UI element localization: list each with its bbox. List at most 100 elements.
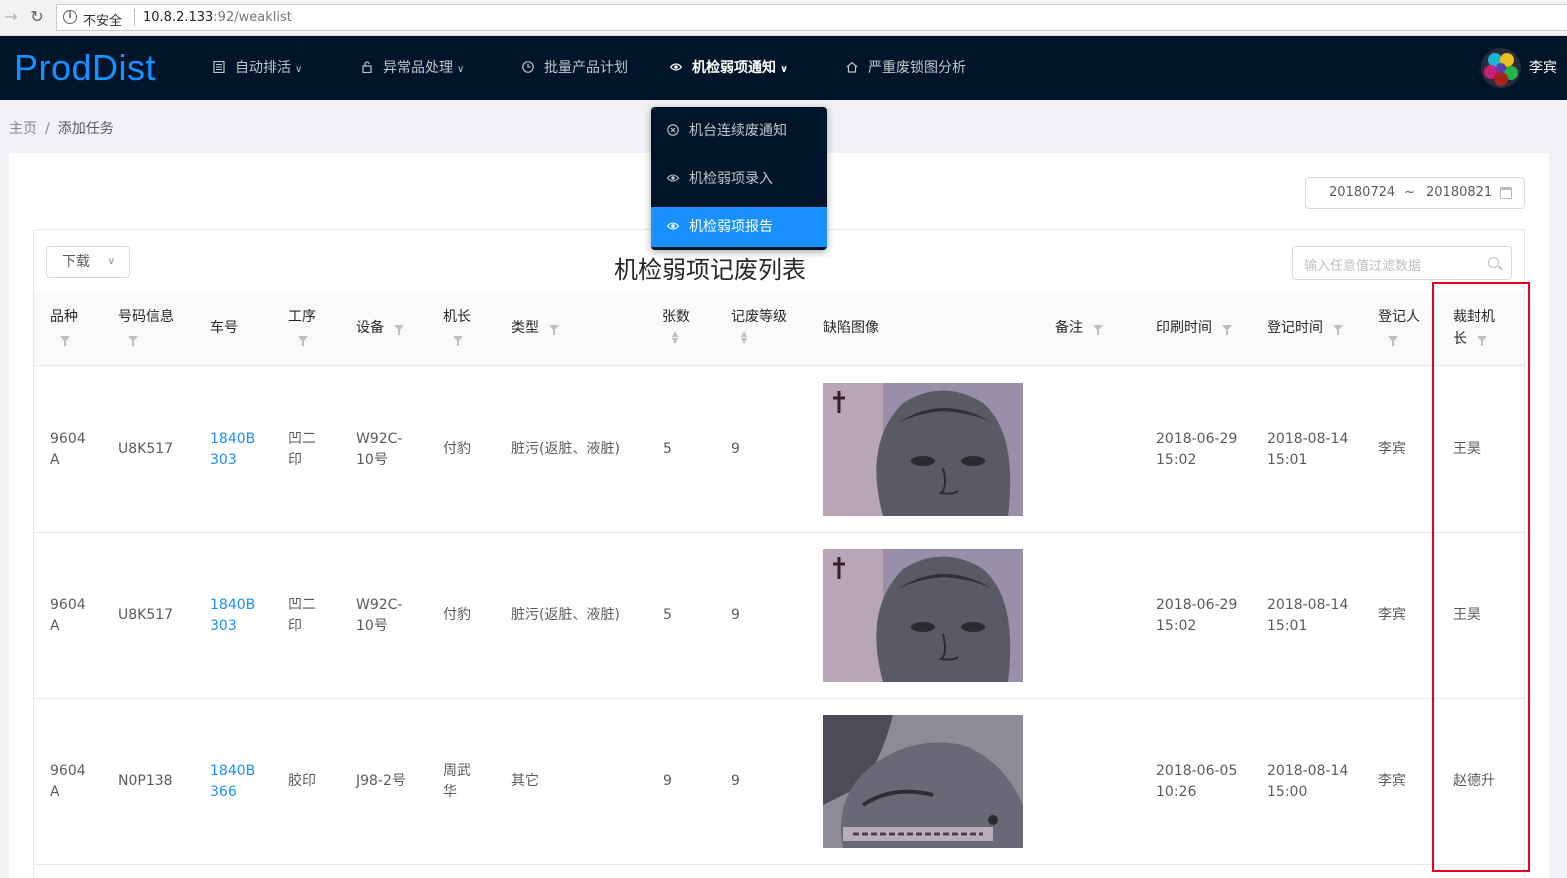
defect-image[interactable] — [823, 715, 1023, 848]
cell-level: 9 — [731, 773, 740, 789]
nav-item-weak-notice[interactable]: 机检弱项通知 ∨ — [670, 36, 788, 100]
filter-icon[interactable] — [1333, 325, 1344, 335]
breadcrumb-separator: / — [45, 121, 50, 137]
col-process-label: 工序 — [288, 309, 316, 325]
date-range-picker[interactable]: 20180724 ~ 20180821 — [1305, 177, 1525, 209]
cell-captain: 付豹 — [443, 607, 471, 623]
menu-item-weak-report[interactable]: 机检弱项报告 — [651, 207, 827, 247]
download-label: 下载 — [62, 254, 90, 270]
cell-time-line: 2018-08-14 — [1267, 431, 1349, 447]
nav-item-abnormal[interactable]: 异常品处理 ∨ — [361, 36, 464, 100]
nav-item-batch-plan[interactable]: 批量产品计划 — [522, 36, 628, 100]
avatar[interactable] — [1481, 48, 1521, 88]
chevron-down-icon: ∨ — [457, 64, 465, 75]
cell-time-line: 2018-08-14 — [1267, 597, 1349, 613]
cell-process: 胶印 — [288, 773, 316, 789]
lock-icon — [362, 61, 372, 73]
col-device: 设备 — [356, 317, 405, 339]
cell-variety-line: A — [50, 452, 60, 468]
filter-icon[interactable] — [1093, 325, 1104, 335]
reload-icon[interactable]: ↻ — [28, 8, 46, 26]
menu-item-label: 机检弱项报告 — [689, 219, 773, 235]
cell-time-line: 10:26 — [1156, 784, 1197, 800]
col-captain-label: 机长 — [443, 309, 471, 325]
cell-process-line: 凹二 — [288, 597, 316, 613]
filter-icon[interactable] — [298, 336, 308, 346]
col-level: 记废等级 ▲ ▼ — [731, 306, 787, 350]
cell-variety: 9604 A — [50, 761, 86, 803]
table-panel: 下载 ∨ 机检弱项记废列表 输入任意值过滤数据 品种 号码信息 车号 工序 设备… — [33, 229, 1525, 878]
clock-icon — [522, 61, 534, 73]
cell-variety-line: 9604 — [50, 431, 86, 447]
filter-icon[interactable] — [1388, 336, 1398, 346]
cell-variety-line: 9604 — [50, 763, 86, 779]
cell-variety: 9604 A — [50, 595, 86, 637]
cell-captain-line: 华 — [443, 784, 457, 800]
filter-icon[interactable] — [453, 336, 463, 346]
col-remark-label: 备注 — [1055, 320, 1083, 336]
download-button[interactable]: 下载 ∨ — [46, 246, 130, 278]
home-icon — [846, 61, 858, 73]
cell-captain: 周武华 — [443, 761, 471, 803]
breadcrumb-current: 添加任务 — [57, 121, 114, 137]
defect-image[interactable] — [823, 549, 1023, 682]
breadcrumb-home[interactable]: 主页 — [9, 121, 37, 137]
cell-device: W92C- 10号 — [356, 595, 402, 637]
cell-cart-no-link[interactable]: 1840B 303 — [210, 595, 255, 637]
user-menu[interactable]: 李宾 — [1481, 36, 1557, 100]
table-row[interactable]: 9604 A U8K517 1840B 303 凹二印 W92C- 10号 付豹 脏污… — [34, 367, 1524, 533]
sort-icon[interactable]: ▲ ▼ — [731, 330, 747, 345]
nav-item-severe-analysis[interactable]: 严重废锁图分析 — [846, 36, 966, 100]
cell-code-info: N0P138 — [118, 773, 173, 789]
table-row[interactable]: 9604 A N0P138 1840B 366 胶印 J98-2号 周武华 其它 9… — [34, 699, 1524, 865]
table-row[interactable]: 9604 A U8K517 1840B 303 凹二印 W92C- 10号 付豹 脏污… — [34, 533, 1524, 699]
cell-code-info: U8K517 — [118, 607, 174, 623]
menu-item-continuous-waste[interactable]: 机台连续废通知 — [651, 111, 827, 151]
filter-icon[interactable] — [60, 336, 70, 346]
filter-icon[interactable] — [394, 325, 405, 335]
top-navbar: ProdDist 自动排活 ∨ 异常品处理 ∨ 批量产品计划 机检弱项通知 ∨ 严重废… — [0, 36, 1567, 100]
col-level-label: 记废等级 — [731, 309, 787, 325]
cell-cart-no-link[interactable]: 1840B 366 — [210, 761, 255, 803]
search-input[interactable]: 输入任意值过滤数据 — [1292, 246, 1512, 280]
cell-type: 其它 — [511, 773, 539, 789]
cell-sheets: 5 — [663, 441, 672, 457]
nav-item-auto-schedule[interactable]: 自动排活 ∨ — [213, 36, 302, 100]
cell-variety-line: A — [50, 784, 60, 800]
filter-icon[interactable] — [128, 336, 138, 346]
col-sheets: 张数 ▲ ▼ — [662, 306, 690, 350]
omnibox-divider — [134, 9, 135, 26]
sort-icon[interactable]: ▲ ▼ — [662, 330, 678, 345]
filter-icon[interactable] — [1222, 325, 1233, 335]
filter-icon[interactable] — [549, 325, 560, 335]
search-icon[interactable] — [1488, 257, 1499, 268]
table-title: 机检弱项记废列表 — [614, 256, 806, 284]
cell-cart-no-link[interactable]: 1840B 303 — [210, 429, 255, 471]
defect-image[interactable] — [823, 383, 1023, 516]
cell-cart-line: 303 — [210, 618, 237, 634]
close-circle-icon — [667, 124, 679, 136]
highlight-box — [1432, 282, 1530, 872]
cell-cart-line: 1840B — [210, 763, 256, 779]
cell-device: J98-2号 — [356, 773, 406, 789]
address-bar[interactable]: i 不安全 10.8.2.133:92/weaklist — [56, 4, 1567, 31]
cell-device-line: 10号 — [356, 452, 388, 468]
cell-device-line: 10号 — [356, 618, 388, 634]
back-arrow-icon[interactable]: → — [2, 8, 20, 26]
col-type-label: 类型 — [511, 320, 539, 336]
cell-print-time: 2018-06-29 15:02 — [1156, 595, 1237, 637]
nav-dropdown-menu: 机台连续废通知 机检弱项录入 机检弱项报告 — [651, 107, 827, 250]
url-text[interactable]: 10.8.2.133:92/weaklist — [143, 10, 292, 25]
insecure-label: 不安全 — [83, 14, 123, 29]
info-icon[interactable]: i — [63, 10, 77, 24]
eye-icon — [670, 63, 682, 71]
cell-process: 凹二印 — [288, 595, 316, 637]
app-logo[interactable]: ProdDist — [14, 48, 156, 88]
col-cart-no: 车号 — [210, 317, 238, 339]
col-device-label: 设备 — [356, 320, 384, 336]
col-cart-no-label: 车号 — [210, 320, 238, 336]
url-host: 10.8.2.133 — [143, 10, 214, 25]
cell-reg-time: 2018-08-14 15:01 — [1267, 429, 1348, 471]
menu-item-weak-entry[interactable]: 机检弱项录入 — [651, 159, 827, 199]
menu-item-label: 机台连续废通知 — [689, 123, 787, 139]
